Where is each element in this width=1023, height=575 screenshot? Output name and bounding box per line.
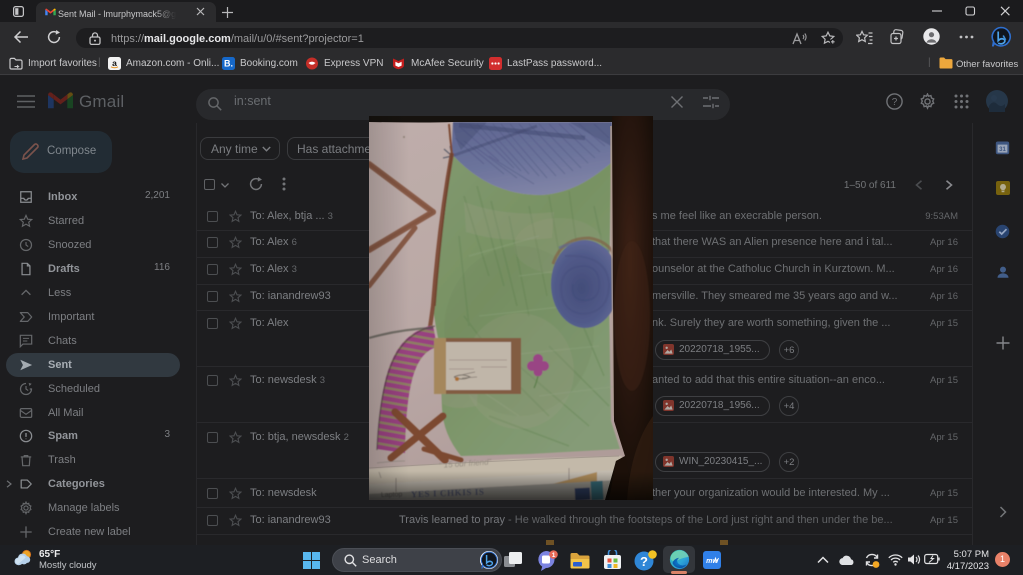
svg-text:31: 31 (999, 147, 1006, 153)
svg-text:?: ? (640, 554, 648, 569)
svg-text:?: ? (892, 97, 898, 108)
svg-text:a: a (112, 58, 117, 68)
svg-text:1: 1 (552, 552, 556, 559)
svg-text:B.: B. (224, 58, 233, 68)
